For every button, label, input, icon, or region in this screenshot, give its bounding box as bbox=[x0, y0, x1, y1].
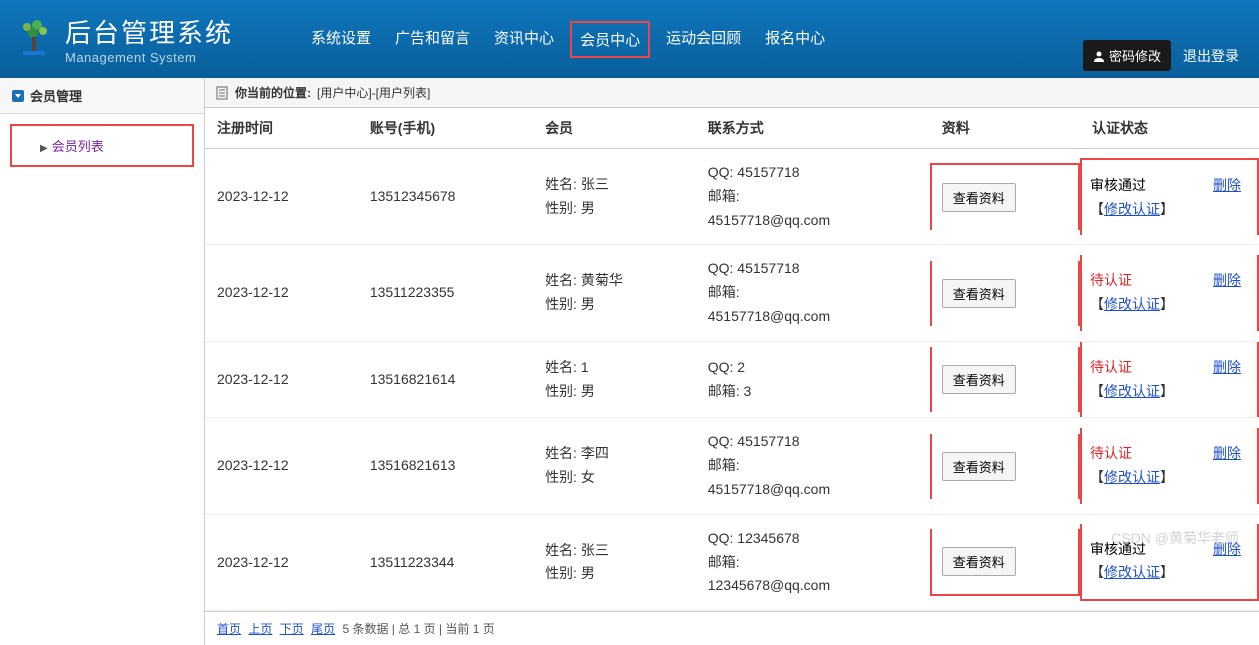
delete-link[interactable]: 删除 bbox=[1213, 356, 1241, 380]
caret-down-icon bbox=[12, 90, 24, 102]
auth-status: 待认证 bbox=[1090, 359, 1132, 375]
cell-status: 待认证删除【修改认证】 bbox=[1080, 245, 1259, 341]
breadcrumb-path: [用户中心]-[用户列表] bbox=[317, 84, 430, 101]
cell-profile: 查看资料 bbox=[930, 245, 1080, 341]
logout-link[interactable]: 退出登录 bbox=[1183, 46, 1239, 66]
table-row: 2023-12-1213512345678姓名: 张三性别: 男QQ: 4515… bbox=[205, 149, 1259, 245]
nav-item-3[interactable]: 会员中心 bbox=[570, 21, 650, 58]
col-header-4: 资料 bbox=[930, 108, 1080, 149]
table-row: 2023-12-1213516821614姓名: 1性别: 男QQ: 2邮箱: … bbox=[205, 341, 1259, 418]
table-row: 2023-12-1213511223355姓名: 黄菊华性别: 男QQ: 451… bbox=[205, 245, 1259, 341]
sidebar-item-0[interactable]: ▶ 会员列表 bbox=[10, 124, 194, 167]
cell-profile: 查看资料 bbox=[930, 514, 1080, 610]
cell-contact: QQ: 45157718邮箱:45157718@qq.com bbox=[696, 418, 930, 514]
cell-member: 姓名: 黄菊华性别: 男 bbox=[533, 245, 696, 341]
cell-contact: QQ: 45157718邮箱:45157718@qq.com bbox=[696, 149, 930, 245]
cell-member: 姓名: 李四性别: 女 bbox=[533, 418, 696, 514]
cell-member: 姓名: 1性别: 男 bbox=[533, 341, 696, 418]
cell-status: 审核通过删除【修改认证】 bbox=[1080, 149, 1259, 245]
cell-status: 待认证删除【修改认证】 bbox=[1080, 341, 1259, 418]
auth-status: 审核通过 bbox=[1090, 177, 1146, 193]
modify-auth-link[interactable]: 修改认证 bbox=[1104, 296, 1160, 312]
view-profile-button[interactable]: 查看资料 bbox=[942, 183, 1016, 212]
tree-logo-icon bbox=[15, 19, 55, 59]
modify-auth-link[interactable]: 修改认证 bbox=[1104, 201, 1160, 217]
cell-account: 13511223344 bbox=[358, 514, 533, 610]
pager-first[interactable]: 首页 bbox=[217, 622, 241, 636]
col-header-2: 会员 bbox=[533, 108, 696, 149]
cell-profile: 查看资料 bbox=[930, 341, 1080, 418]
document-icon bbox=[215, 86, 229, 100]
sidebar-title: 会员管理 bbox=[30, 86, 82, 105]
cell-member: 姓名: 张三性别: 男 bbox=[533, 149, 696, 245]
main-nav: 系统设置广告和留言资讯中心会员中心运动会回顾报名中心 bbox=[303, 21, 833, 58]
app-title-en: Management System bbox=[65, 50, 233, 65]
view-profile-button[interactable]: 查看资料 bbox=[942, 279, 1016, 308]
cell-date: 2023-12-12 bbox=[205, 341, 358, 418]
cell-contact: QQ: 45157718邮箱:45157718@qq.com bbox=[696, 245, 930, 341]
app-title-cn: 后台管理系统 bbox=[65, 13, 233, 50]
content-area: 你当前的位置: [用户中心]-[用户列表] 注册时间账号(手机)会员联系方式资料… bbox=[205, 78, 1259, 645]
modify-auth-link[interactable]: 修改认证 bbox=[1104, 383, 1160, 399]
triangle-icon: ▶ bbox=[40, 143, 48, 154]
members-table: 注册时间账号(手机)会员联系方式资料认证状态 2023-12-121351234… bbox=[205, 108, 1259, 611]
delete-link[interactable]: 删除 bbox=[1213, 174, 1241, 198]
pager-info: 5 条数据 | 总 1 页 | 当前 1 页 bbox=[342, 622, 494, 636]
cell-contact: QQ: 12345678邮箱:12345678@qq.com bbox=[696, 514, 930, 610]
sidebar: 会员管理 ▶ 会员列表 bbox=[0, 78, 205, 645]
cell-date: 2023-12-12 bbox=[205, 418, 358, 514]
auth-status: 待认证 bbox=[1090, 272, 1132, 288]
modify-auth-link[interactable]: 修改认证 bbox=[1104, 469, 1160, 485]
col-header-3: 联系方式 bbox=[696, 108, 930, 149]
change-password-label: 密码修改 bbox=[1109, 46, 1161, 65]
modify-auth-link[interactable]: 修改认证 bbox=[1104, 564, 1160, 580]
table-row: 2023-12-1213516821613姓名: 李四性别: 女QQ: 4515… bbox=[205, 418, 1259, 514]
cell-account: 13516821614 bbox=[358, 341, 533, 418]
cell-date: 2023-12-12 bbox=[205, 514, 358, 610]
view-profile-button[interactable]: 查看资料 bbox=[942, 547, 1016, 576]
cell-status: 待认证删除【修改认证】 bbox=[1080, 418, 1259, 514]
nav-item-0[interactable]: 系统设置 bbox=[303, 21, 379, 58]
app-header: 后台管理系统 Management System 系统设置广告和留言资讯中心会员… bbox=[0, 0, 1259, 78]
pager: 首页 上页 下页 尾页 5 条数据 | 总 1 页 | 当前 1 页 bbox=[205, 611, 1259, 645]
watermark: CSDN @黄菊华老师 bbox=[1111, 528, 1239, 548]
cell-account: 13511223355 bbox=[358, 245, 533, 341]
delete-link[interactable]: 删除 bbox=[1213, 269, 1241, 293]
nav-item-4[interactable]: 运动会回顾 bbox=[658, 21, 749, 58]
table-row: 2023-12-1213511223344姓名: 张三性别: 男QQ: 1234… bbox=[205, 514, 1259, 610]
delete-link[interactable]: 删除 bbox=[1213, 442, 1241, 466]
nav-item-2[interactable]: 资讯中心 bbox=[486, 21, 562, 58]
col-header-1: 账号(手机) bbox=[358, 108, 533, 149]
cell-date: 2023-12-12 bbox=[205, 245, 358, 341]
cell-member: 姓名: 张三性别: 男 bbox=[533, 514, 696, 610]
breadcrumb-prefix: 你当前的位置: bbox=[235, 84, 311, 101]
cell-account: 13512345678 bbox=[358, 149, 533, 245]
pager-last[interactable]: 尾页 bbox=[311, 622, 335, 636]
breadcrumb: 你当前的位置: [用户中心]-[用户列表] bbox=[205, 78, 1259, 108]
nav-item-5[interactable]: 报名中心 bbox=[757, 21, 833, 58]
sidebar-item-label: 会员列表 bbox=[52, 139, 104, 154]
change-password-button[interactable]: 密码修改 bbox=[1083, 40, 1171, 71]
nav-item-1[interactable]: 广告和留言 bbox=[387, 21, 478, 58]
col-header-5: 认证状态 bbox=[1080, 108, 1259, 149]
auth-status: 待认证 bbox=[1090, 445, 1132, 461]
cell-contact: QQ: 2邮箱: 3 bbox=[696, 341, 930, 418]
person-icon bbox=[1093, 50, 1105, 62]
cell-profile: 查看资料 bbox=[930, 418, 1080, 514]
pager-prev[interactable]: 上页 bbox=[248, 622, 272, 636]
col-header-0: 注册时间 bbox=[205, 108, 358, 149]
logo-area: 后台管理系统 Management System bbox=[15, 13, 233, 65]
cell-account: 13516821613 bbox=[358, 418, 533, 514]
cell-date: 2023-12-12 bbox=[205, 149, 358, 245]
sidebar-header[interactable]: 会员管理 bbox=[0, 78, 204, 114]
header-actions: 密码修改 退出登录 bbox=[1083, 40, 1239, 71]
view-profile-button[interactable]: 查看资料 bbox=[942, 365, 1016, 394]
pager-next[interactable]: 下页 bbox=[280, 622, 304, 636]
view-profile-button[interactable]: 查看资料 bbox=[942, 452, 1016, 481]
cell-profile: 查看资料 bbox=[930, 149, 1080, 245]
